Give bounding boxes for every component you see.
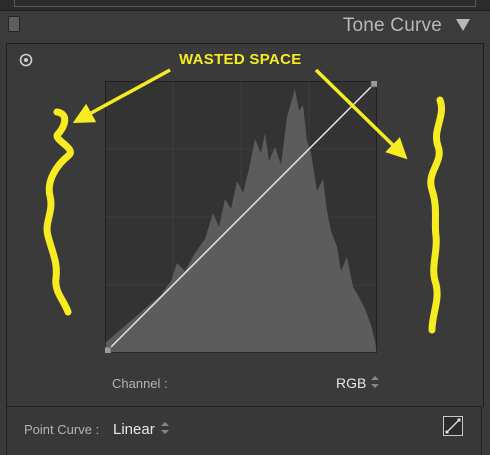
channel-label: Channel : <box>112 376 168 391</box>
panel-header[interactable]: Tone Curve <box>0 11 490 43</box>
panel-title[interactable]: Tone Curve <box>343 15 442 37</box>
curve-point-shadows <box>105 346 112 353</box>
tone-curve-graph[interactable] <box>105 81 377 353</box>
panel-switch-icon[interactable] <box>8 16 20 32</box>
channel-select[interactable]: RGB <box>336 375 366 391</box>
targeted-adjustment-icon[interactable] <box>19 53 33 67</box>
point-curve-select[interactable]: Linear <box>113 421 155 438</box>
point-curve-label: Point Curve : <box>24 422 100 437</box>
point-curve-bar: Point Curve : Linear <box>6 406 482 455</box>
curve-point-highlights <box>370 81 377 88</box>
edit-point-curve-button[interactable] <box>443 416 463 436</box>
annotation-text: WASTED SPACE <box>179 51 302 68</box>
tone-curve-panel: Channel : RGB <box>6 43 484 407</box>
edit-point-curve-icon <box>445 418 461 434</box>
up-down-arrows-icon[interactable] <box>371 376 379 388</box>
triangle-down-icon[interactable] <box>456 19 470 31</box>
previous-panel-edge <box>14 0 476 7</box>
top-strip <box>0 0 490 11</box>
up-down-arrows-icon[interactable] <box>161 422 169 434</box>
